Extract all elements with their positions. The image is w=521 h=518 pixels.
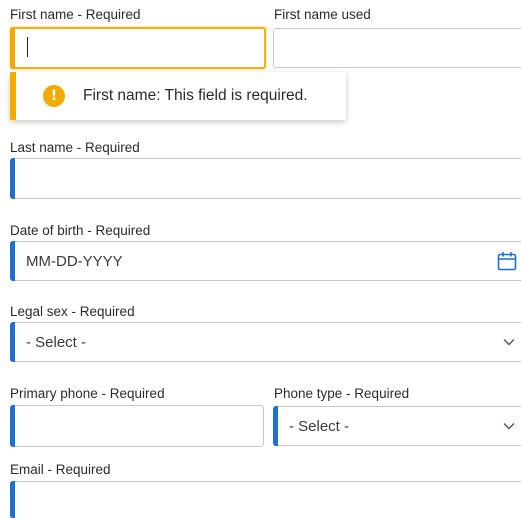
email-input[interactable] xyxy=(10,481,521,518)
dob-input[interactable]: MM-DD-YYYY xyxy=(10,241,521,281)
phone-type-selected: - Select - xyxy=(289,417,350,435)
required-indicator-bar xyxy=(273,406,278,446)
last-name-input[interactable] xyxy=(10,158,521,199)
warning-icon: ! xyxy=(43,85,65,107)
first-name-used-label: First name used xyxy=(274,7,371,22)
required-indicator-bar xyxy=(10,322,15,362)
legal-sex-selected: - Select - xyxy=(26,333,87,351)
chevron-down-icon xyxy=(503,339,515,346)
dob-placeholder: MM-DD-YYYY xyxy=(26,252,123,270)
required-indicator-bar xyxy=(10,481,15,518)
first-name-used-input[interactable] xyxy=(273,28,521,68)
calendar-icon[interactable] xyxy=(497,251,517,271)
phone-type-select[interactable]: - Select - xyxy=(273,406,521,446)
phone-type-label: Phone type - Required xyxy=(274,386,410,401)
error-indicator-bar xyxy=(10,27,15,69)
dob-label: Date of birth - Required xyxy=(10,223,151,238)
last-name-label: Last name - Required xyxy=(10,140,140,155)
chevron-down-icon xyxy=(503,423,515,430)
required-indicator-bar xyxy=(10,241,15,281)
primary-phone-label: Primary phone - Required xyxy=(10,386,165,401)
text-caret xyxy=(27,37,28,57)
email-label: Email - Required xyxy=(10,462,111,477)
primary-phone-input[interactable] xyxy=(10,405,264,447)
first-name-input[interactable] xyxy=(10,27,266,69)
error-message: First name: This field is required. xyxy=(83,87,308,104)
error-toast: ! First name: This field is required. xyxy=(10,72,346,120)
required-indicator-bar xyxy=(10,158,15,199)
first-name-label: First name - Required xyxy=(10,7,141,22)
required-indicator-bar xyxy=(10,405,15,447)
legal-sex-select[interactable]: - Select - xyxy=(10,322,521,362)
legal-sex-label: Legal sex - Required xyxy=(10,304,135,319)
